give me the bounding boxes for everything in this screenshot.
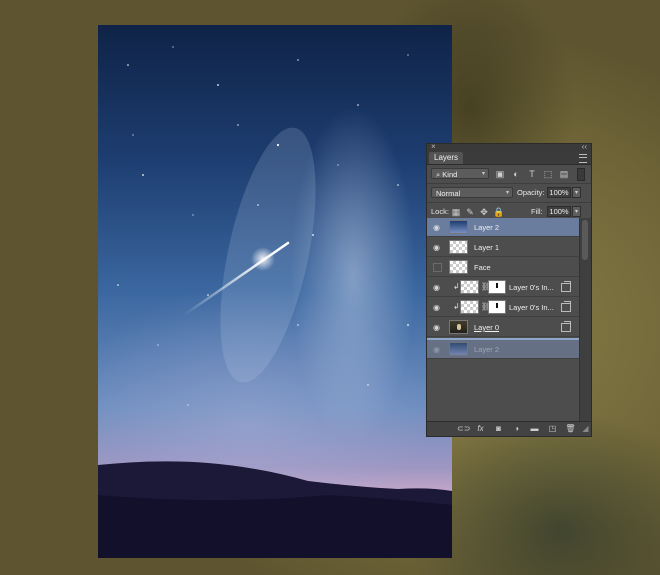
layer-row-dragging[interactable]: ◉ Layer 2 [427, 340, 581, 359]
layer-thumbnail [460, 280, 479, 294]
layer-name[interactable]: Face [474, 263, 491, 272]
layer-thumbnail [449, 342, 468, 356]
lock-pixels-icon[interactable]: ✎ [465, 207, 475, 217]
resize-grip-icon[interactable]: ◢ [580, 424, 591, 434]
panel-footer: ⊂⊃ fx ◙ ◑ ▬ ◳ 🗑 ◢ [427, 421, 591, 436]
new-layer-icon[interactable]: ◳ [547, 424, 558, 434]
clipping-mask-icon: ↲ [453, 282, 460, 291]
layer-row[interactable]: ◉ Layer 0 [427, 318, 581, 337]
layer-thumbnail [449, 320, 468, 334]
collapse-icon[interactable]: ‹‹ [582, 142, 587, 151]
layer-name[interactable]: Layer 0's In... [509, 283, 554, 292]
eye-icon[interactable]: ◉ [432, 323, 441, 332]
smart-object-icon [561, 321, 571, 332]
lock-all-icon[interactable]: 🔒 [493, 207, 504, 217]
add-mask-icon[interactable]: ◙ [493, 424, 504, 434]
eye-icon[interactable]: ◉ [432, 283, 441, 292]
fill-arrow-button[interactable]: ▾ [572, 206, 581, 217]
panel-tab-row: Layers [427, 152, 591, 165]
trash-icon[interactable]: 🗑 [565, 424, 576, 434]
layer-mask-thumbnail[interactable] [488, 300, 506, 314]
layer-row[interactable]: ◉ ↲ ⛓ Layer 0's In... [427, 278, 581, 297]
tab-layers[interactable]: Layers [429, 152, 464, 164]
close-icon[interactable]: × [431, 142, 436, 151]
image-filter-icon[interactable]: ▣ [495, 169, 505, 179]
smart-object-icon [561, 281, 571, 292]
eye-icon[interactable]: ◉ [432, 345, 441, 354]
layer-row[interactable]: ◉ Layer 1 [427, 238, 581, 257]
opacity-arrow-button[interactable]: ▾ [572, 187, 581, 198]
kind-filter-dropdown[interactable]: ⌕ Kind ▾ [431, 168, 489, 179]
kind-label: Kind [442, 170, 458, 179]
link-layers-icon[interactable]: ⊂⊃ [457, 424, 470, 434]
panel-menu-icon[interactable] [579, 154, 587, 163]
layer-thumbnail [460, 300, 479, 314]
layer-thumbnail [449, 260, 468, 274]
blend-mode-value: Normal [436, 189, 461, 198]
blend-row: Normal ▾ Opacity: 100% ▾ [427, 184, 591, 203]
new-group-icon[interactable]: ▬ [529, 424, 540, 434]
opacity-label: Opacity: [517, 188, 545, 197]
eye-icon[interactable]: ◉ [432, 243, 441, 252]
filter-row: ⌕ Kind ▾ ▣ ◐ T ⬚ ▤ [427, 165, 591, 184]
chain-link-icon[interactable]: ⛓ [481, 302, 491, 312]
milky-way-photo [98, 25, 452, 558]
chevron-down-icon: ▾ [481, 171, 485, 177]
smart-object-icon [561, 301, 571, 312]
adjustment-layer-icon[interactable]: ◑ [511, 424, 522, 434]
lock-label: Lock: [431, 207, 449, 216]
layer-name[interactable]: Layer 0 [474, 323, 499, 332]
layer-row[interactable]: ◉ Layer 2 [427, 218, 581, 237]
chevron-down-icon: ▾ [505, 190, 509, 196]
layer-mask-thumbnail[interactable] [488, 280, 506, 294]
eye-icon[interactable]: ◉ [432, 303, 441, 312]
layer-thumbnail [449, 220, 468, 234]
fill-label: Fill: [531, 207, 543, 216]
panel-titlebar[interactable]: × ‹‹ [427, 142, 591, 152]
clipping-mask-icon: ↲ [453, 302, 460, 311]
layers-list: ◉ Layer 2 ◉ Layer 1 Face ◉ ↲ ⛓ Layer 0's… [427, 218, 581, 422]
layer-row[interactable]: Face [427, 258, 581, 277]
chain-link-icon[interactable]: ⛓ [481, 282, 491, 292]
adjustment-filter-icon[interactable]: ◐ [511, 169, 521, 179]
lock-position-icon[interactable]: ✥ [479, 207, 489, 217]
layer-name[interactable]: Layer 2 [474, 345, 499, 354]
layer-name[interactable]: Layer 2 [474, 223, 499, 232]
layer-name[interactable]: Layer 0's In... [509, 303, 554, 312]
type-filter-icon[interactable]: T [527, 169, 537, 179]
blend-mode-dropdown[interactable]: Normal ▾ [431, 187, 513, 198]
smart-object-filter-icon[interactable]: ▤ [559, 169, 569, 179]
scrollbar-thumb[interactable] [582, 220, 588, 260]
layer-name[interactable]: Layer 1 [474, 243, 499, 252]
opacity-input[interactable]: 100% [547, 187, 571, 198]
layers-panel: × ‹‹ Layers ⌕ Kind ▾ ▣ ◐ T ⬚ ▤ Normal ▾ … [426, 142, 592, 437]
shape-filter-icon[interactable]: ⬚ [543, 169, 553, 179]
fill-input[interactable]: 100% [547, 206, 571, 217]
lock-transparent-icon[interactable]: ▦ [451, 207, 461, 217]
photo-artwork [98, 46, 452, 558]
layer-thumbnail [449, 240, 468, 254]
eye-icon[interactable]: ◉ [432, 223, 441, 232]
filter-toggle[interactable] [577, 168, 585, 181]
layers-scrollbar[interactable] [579, 218, 591, 422]
fx-icon[interactable]: fx [475, 424, 486, 434]
visibility-toggle-off[interactable] [433, 263, 442, 272]
layer-row[interactable]: ◉ ↲ ⛓ Layer 0's In... [427, 298, 581, 317]
